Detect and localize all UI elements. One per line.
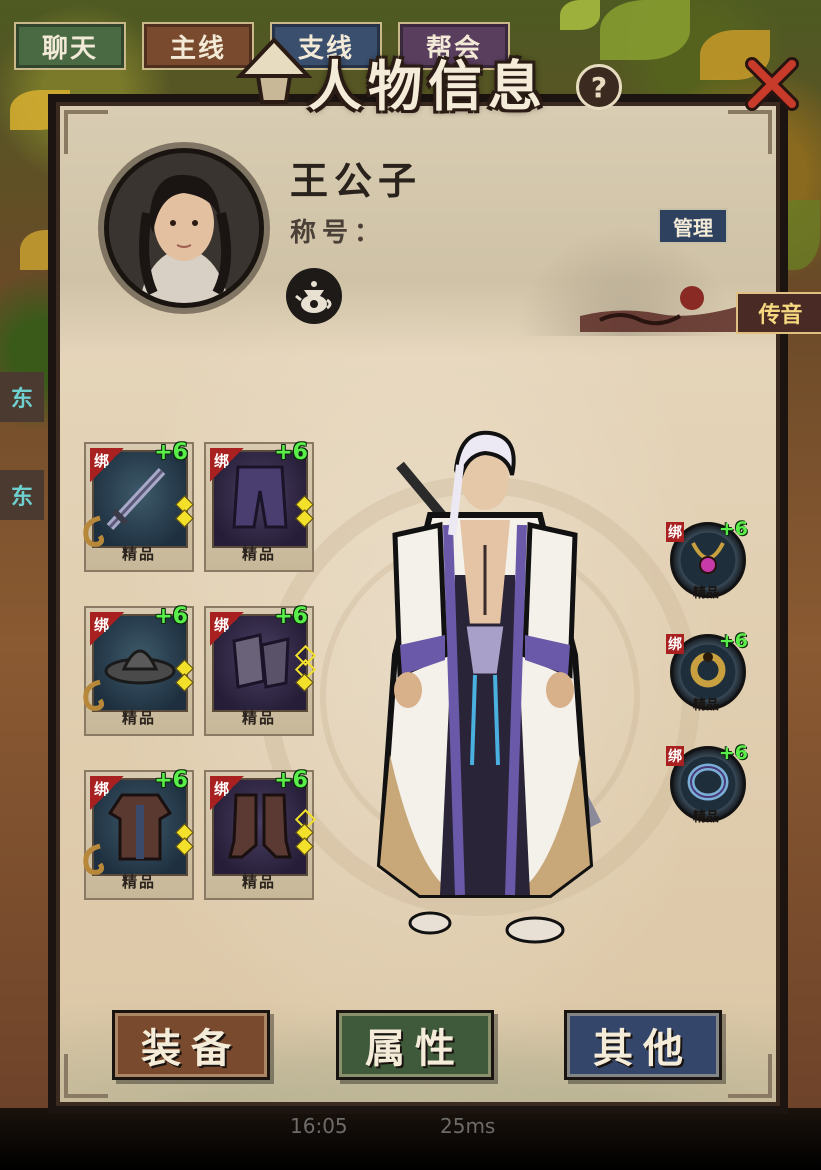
quality-label: 精品	[692, 810, 719, 825]
bind-label: 绑	[94, 780, 110, 798]
enhance-level: +6	[274, 768, 308, 793]
side-stub-1[interactable]: 东	[0, 372, 44, 422]
accessory-slot[interactable]: 绑 +6 精品	[666, 742, 748, 836]
portrait-image	[109, 153, 259, 303]
equipment-slot[interactable]: 绑 +6 精品	[204, 440, 314, 572]
quality-label: 精品	[241, 545, 276, 563]
bind-label: 绑	[214, 780, 230, 798]
title-label: 称号：	[290, 218, 387, 248]
clock-text: 16:05	[290, 1114, 348, 1138]
side-stub-2[interactable]: 东	[0, 470, 44, 520]
teapot-icon[interactable]	[286, 268, 342, 324]
quality-label: 精品	[241, 709, 276, 727]
equipment-slot[interactable]: 绑 +6 精品	[204, 768, 317, 900]
bind-label: 绑	[666, 746, 684, 766]
ping-text: 25ms	[440, 1114, 496, 1138]
enhance-level: +6	[718, 630, 748, 652]
accessory-slot[interactable]: 绑 +6 精品	[666, 630, 748, 724]
quality-label: 精品	[121, 545, 156, 563]
window-title-bar: 人物信息	[236, 36, 616, 118]
player-name: 王公子	[290, 158, 423, 203]
enhance-level: +6	[718, 518, 748, 540]
window-title: 人物信息	[308, 54, 548, 118]
equipment-slot[interactable]: 绑 +6 精品	[83, 604, 194, 736]
character-model	[376, 430, 602, 944]
enhance-level: +6	[274, 440, 308, 465]
enhance-level: +6	[274, 604, 308, 629]
straw-hat-icon	[236, 37, 312, 104]
bind-label: 绑	[94, 616, 110, 634]
equipment-slot[interactable]: 绑 +6 精品	[83, 440, 194, 572]
close-icon[interactable]	[742, 54, 802, 114]
tab-chat[interactable]: 聊天	[14, 22, 126, 70]
equipment-slot[interactable]: 绑 +6 精品	[83, 768, 194, 900]
quality-label: 精品	[692, 586, 719, 601]
bind-label: 绑	[94, 452, 110, 470]
accessory-slot[interactable]: 绑 +6 精品	[666, 518, 748, 612]
other-tab-button[interactable]: 其他	[564, 1010, 722, 1080]
enhance-level: +6	[154, 604, 188, 629]
equipment-slot[interactable]: 绑 +6 精品	[204, 604, 317, 736]
avatar[interactable]	[104, 148, 264, 308]
quality-label: 精品	[121, 873, 156, 891]
whisper-button[interactable]: 传音	[736, 292, 821, 334]
bind-label: 绑	[666, 522, 684, 542]
help-icon[interactable]: ?	[576, 64, 622, 110]
enhance-level: +6	[154, 440, 188, 465]
bottom-status-bar: 16:05 25ms	[0, 1108, 821, 1170]
necklace-icon	[683, 533, 733, 587]
bind-label: 绑	[214, 452, 230, 470]
manage-button[interactable]: 管理	[658, 208, 728, 244]
bracelet-icon	[683, 757, 733, 811]
quality-label: 精品	[241, 873, 276, 891]
quality-label: 精品	[692, 698, 719, 713]
quality-label: 精品	[121, 709, 156, 727]
bind-label: 绑	[214, 616, 230, 634]
cloud-ornament-icon	[580, 286, 740, 332]
enhance-level: +6	[718, 742, 748, 764]
bind-label: 绑	[666, 634, 684, 654]
equip-tab-button[interactable]: 装备	[112, 1010, 270, 1080]
ring-icon	[683, 645, 733, 699]
attributes-tab-button[interactable]: 属性	[336, 1010, 494, 1080]
enhance-level: +6	[154, 768, 188, 793]
